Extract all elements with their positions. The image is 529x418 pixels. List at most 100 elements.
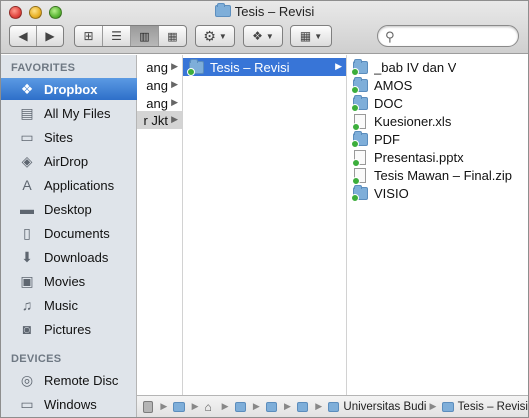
sidebar-item-remote-disc[interactable]: ◎ Remote Disc — [1, 369, 137, 391]
presentation-file-icon — [352, 149, 366, 167]
folder-icon — [351, 185, 368, 202]
sidebar: FAVORITES ❖ Dropbox ▤ All My Files ▭ Sit… — [1, 55, 137, 417]
arrange-grid-icon: ▦ — [299, 29, 312, 43]
sidebar-item-airdrop[interactable]: ◈ AirDrop — [1, 150, 137, 172]
list-view-icon: ☰ — [111, 29, 122, 43]
path-separator-icon: ▶ — [191, 401, 199, 411]
list-item[interactable]: ang ▶ — [137, 58, 182, 76]
path-item-tesis-revisi[interactable]: Tesis – Revisi — [458, 401, 528, 413]
list-item[interactable]: VISIO — [347, 184, 528, 202]
window-title: Tesis – Revisi — [1, 3, 528, 19]
home-icon[interactable]: ⌂ — [205, 400, 215, 414]
folder-icon — [351, 95, 368, 112]
sidebar-item-applications[interactable]: A Applications — [1, 174, 137, 196]
pictures-icon: ◙ — [22, 321, 32, 337]
list-item[interactable]: ang ▶ — [137, 94, 182, 112]
list-item-selected[interactable]: r Jkt ▶ — [137, 111, 182, 129]
path-item-universitas-budi[interactable]: Universitas Budi — [343, 401, 426, 413]
path-separator-icon: ▶ — [429, 401, 437, 411]
search-field[interactable]: ⚲ — [377, 25, 519, 47]
disclosure-arrow-icon: ▶ — [171, 114, 178, 124]
icon-view-button[interactable]: ⊞ — [75, 26, 103, 46]
sidebar-item-downloads[interactable]: ⬇ Downloads — [1, 246, 137, 268]
list-view-button[interactable]: ☰ — [103, 26, 131, 46]
sidebar-item-windows[interactable]: ▭ Windows — [1, 393, 137, 415]
path-separator-icon: ▶ — [284, 401, 291, 411]
sidebar-item-pictures[interactable]: ◙ Pictures — [1, 318, 137, 340]
list-item[interactable]: _bab IV dan V — [347, 58, 528, 76]
back-button[interactable]: ◀ — [10, 26, 37, 46]
disclosure-arrow-icon: ▶ — [171, 79, 178, 89]
downloads-icon: ⬇ — [21, 248, 33, 265]
list-item[interactable]: Kuesioner.xls — [347, 112, 528, 131]
sidebar-item-all-my-files[interactable]: ▤ All My Files — [1, 102, 137, 124]
list-item[interactable]: Presentasi.pptx — [347, 148, 528, 167]
path-bar: ▶ ▶ ⌂ ▶ ▶ ▶ ▶ Universitas Budi ▶ Tesis – R… — [137, 395, 528, 417]
arrange-menu-button[interactable]: ▦ ▼ — [290, 25, 332, 47]
all-files-icon: ▤ — [20, 104, 34, 121]
column-2: Tesis – Revisi ▶ — [183, 55, 347, 395]
list-item[interactable]: ang ▶ — [137, 76, 182, 94]
path-separator-icon: ▶ — [315, 401, 323, 411]
folder-icon — [187, 59, 204, 76]
sync-check-icon — [351, 86, 359, 94]
action-menu-button[interactable]: ⚙ ▼ — [195, 25, 235, 47]
applications-icon: A — [22, 177, 32, 193]
folder-icon — [214, 3, 231, 17]
column-3: _bab IV dan V AMOS DOC Kuesioner.xls PDF… — [347, 55, 528, 395]
folder-icon — [351, 131, 368, 148]
forward-button[interactable]: ▶ — [37, 26, 63, 46]
folder-icon — [442, 401, 454, 412]
back-forward-control: ◀ ▶ — [9, 25, 64, 47]
dropbox-menu-button[interactable]: ❖ ▼ — [243, 25, 283, 47]
search-input[interactable] — [400, 28, 512, 44]
search-icon: ⚲ — [385, 29, 395, 44]
folder-icon: ▭ — [20, 128, 34, 145]
sync-check-icon — [187, 68, 195, 76]
sidebar-item-movies[interactable]: ▣ Movies — [1, 270, 137, 292]
folder-icon[interactable] — [296, 401, 309, 412]
favorites-header: FAVORITES — [11, 62, 76, 74]
path-separator-icon: ▶ — [221, 401, 229, 411]
airdrop-icon: ◈ — [21, 152, 33, 169]
remote-disc-icon: ◎ — [20, 371, 34, 388]
finder-window: Tesis – Revisi ◀ ▶ ⊞ ☰ ▥ ▦ ⚙ ▼ ❖ ▼ ▦ ▼ ⚲… — [0, 0, 529, 418]
gear-icon: ⚙ — [203, 27, 216, 44]
sidebar-item-documents[interactable]: ▯ Documents — [1, 222, 137, 244]
column-view-button[interactable]: ▥ — [131, 26, 159, 46]
coverflow-view-icon: ▦ — [167, 30, 178, 43]
sidebar-item-dropbox[interactable]: ❖ Dropbox — [1, 78, 137, 100]
dropbox-icon: ❖ — [20, 80, 34, 97]
disclosure-arrow-icon: ▶ — [335, 61, 342, 71]
sync-check-icon — [351, 140, 359, 148]
list-item[interactable]: AMOS — [347, 76, 528, 94]
devices-header: DEVICES — [11, 353, 62, 365]
folder-icon — [351, 77, 368, 94]
sync-check-icon — [351, 104, 359, 112]
dropbox-icon: ❖ — [252, 29, 263, 43]
chevron-down-icon: ▼ — [314, 31, 323, 41]
list-item[interactable]: DOC — [347, 94, 528, 112]
chevron-down-icon: ▼ — [218, 31, 227, 41]
list-item[interactable]: PDF — [347, 130, 528, 148]
sync-check-icon — [351, 194, 359, 202]
hard-disk-icon[interactable] — [143, 400, 154, 413]
spreadsheet-file-icon — [352, 113, 366, 131]
sync-check-icon — [351, 68, 359, 76]
folder-icon[interactable] — [265, 401, 278, 412]
disclosure-arrow-icon: ▶ — [171, 61, 178, 71]
sidebar-item-music[interactable]: ♫ Music — [1, 294, 137, 316]
folder-icon — [351, 59, 368, 76]
zip-file-icon — [352, 167, 366, 185]
view-switcher: ⊞ ☰ ▥ ▦ — [74, 25, 187, 47]
disclosure-arrow-icon: ▶ — [171, 97, 178, 107]
list-item[interactable]: Tesis Mawan – Final.zip — [347, 166, 528, 185]
coverflow-view-button[interactable]: ▦ — [159, 26, 186, 46]
icon-view-icon: ⊞ — [83, 29, 94, 43]
desktop-icon: ▬ — [20, 201, 34, 217]
sidebar-item-sites[interactable]: ▭ Sites — [1, 126, 137, 148]
list-item-selected[interactable]: Tesis – Revisi ▶ — [183, 58, 346, 76]
folder-icon[interactable] — [173, 401, 185, 412]
folder-icon[interactable] — [234, 401, 246, 412]
sidebar-item-desktop[interactable]: ▬ Desktop — [1, 198, 137, 220]
